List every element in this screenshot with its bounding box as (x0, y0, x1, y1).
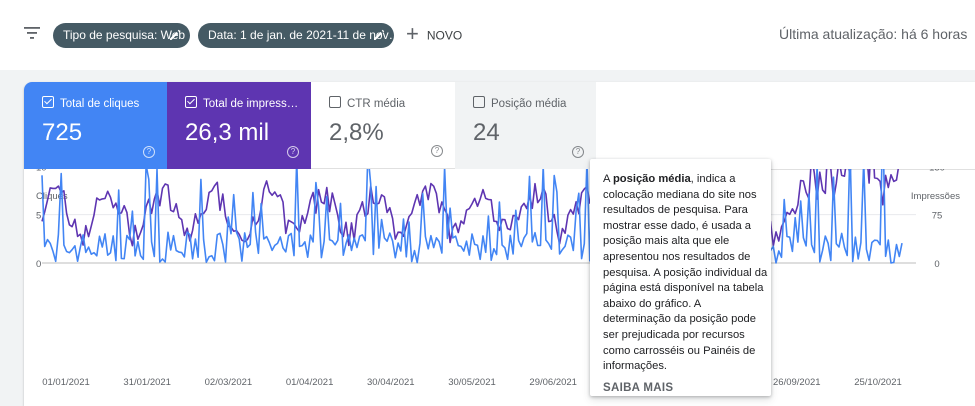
tooltip-term: posição média (612, 173, 691, 185)
metric-label: Total de impress… (203, 98, 299, 110)
metric-average-ctr[interactable]: CTR média 2,8% ? (311, 82, 455, 169)
new-filter-button[interactable]: + NOVO (406, 20, 462, 48)
metric-value: 725 (42, 119, 83, 146)
x-tick-label: 31/01/2021 (123, 377, 171, 388)
performance-card: Total de cliques 725 ? Total de impress…… (24, 82, 975, 406)
help-icon[interactable]: ? (143, 146, 155, 158)
last-update-text: Última atualização: há 6 horas (779, 26, 968, 42)
help-icon[interactable]: ? (431, 145, 443, 157)
plus-icon: + (406, 20, 419, 46)
date-chip-label: Data: 1 de jan. de 2021-11 de nov… (208, 28, 401, 42)
x-tick-label: 01/04/2021 (286, 377, 334, 388)
x-tick-label: 02/03/2021 (205, 377, 253, 388)
checkbox-icon[interactable] (185, 96, 197, 108)
date-chip[interactable]: Data: 1 de jan. de 2021-11 de nov… (198, 23, 401, 48)
filter-bar: Tipo de pesquisa: Web Data: 1 de jan. de… (0, 0, 975, 70)
metric-total-clicks[interactable]: Total de cliques 725 ? (24, 82, 167, 169)
checkbox-icon[interactable] (329, 96, 341, 108)
x-tick-label: 01/01/2021 (42, 377, 90, 388)
right-tick-label: 150 (929, 169, 945, 173)
learn-more-link[interactable]: SAIBA MAIS (603, 381, 771, 397)
checkbox-icon[interactable] (473, 96, 485, 108)
tooltip-text: A posição média, indica a colocação medi… (603, 173, 768, 373)
x-tick-label: 30/04/2021 (367, 377, 415, 388)
metrics-spacer (596, 82, 975, 170)
right-axis-label: Impressões (911, 191, 960, 202)
x-tick-label: 30/05/2021 (448, 377, 496, 388)
left-tick-label: 10 (36, 169, 47, 173)
left-tick-label: 0 (36, 259, 41, 270)
left-axis-label: Cliques (36, 191, 68, 202)
right-tick-label: 0 (934, 259, 939, 270)
x-tick-label: 25/10/2021 (854, 377, 902, 388)
help-icon[interactable]: ? (572, 146, 584, 158)
edit-icon[interactable] (373, 29, 385, 41)
checkbox-icon[interactable] (42, 96, 54, 108)
help-icon[interactable]: ? (287, 146, 299, 158)
search-type-chip[interactable]: Tipo de pesquisa: Web (53, 23, 190, 48)
metric-value: 2,8% (329, 119, 384, 146)
filter-icon[interactable] (24, 26, 40, 40)
metric-label: Posição média (491, 98, 567, 110)
metric-value: 24 (473, 119, 500, 146)
metric-label: CTR média (347, 98, 406, 110)
right-tick-label: 75 (932, 211, 943, 222)
metric-label: Total de cliques (60, 98, 140, 110)
edit-icon[interactable] (169, 29, 181, 41)
left-tick-label: 5 (36, 211, 41, 222)
clicks-series-line (41, 169, 903, 264)
search-type-chip-label: Tipo de pesquisa: Web (63, 28, 186, 42)
average-position-tooltip: A posição média, indica a colocação medi… (590, 159, 771, 396)
x-tick-label: 26/09/2021 (773, 377, 821, 388)
x-tick-label: 29/06/2021 (529, 377, 577, 388)
performance-chart: Cliques Impressões 051015 075150225 01/0… (36, 169, 960, 388)
metric-total-impressions[interactable]: Total de impress… 26,3 mil ? (167, 82, 311, 169)
metric-average-position[interactable]: Posição média 24 ? (455, 82, 596, 169)
metric-value: 26,3 mil (185, 119, 270, 146)
